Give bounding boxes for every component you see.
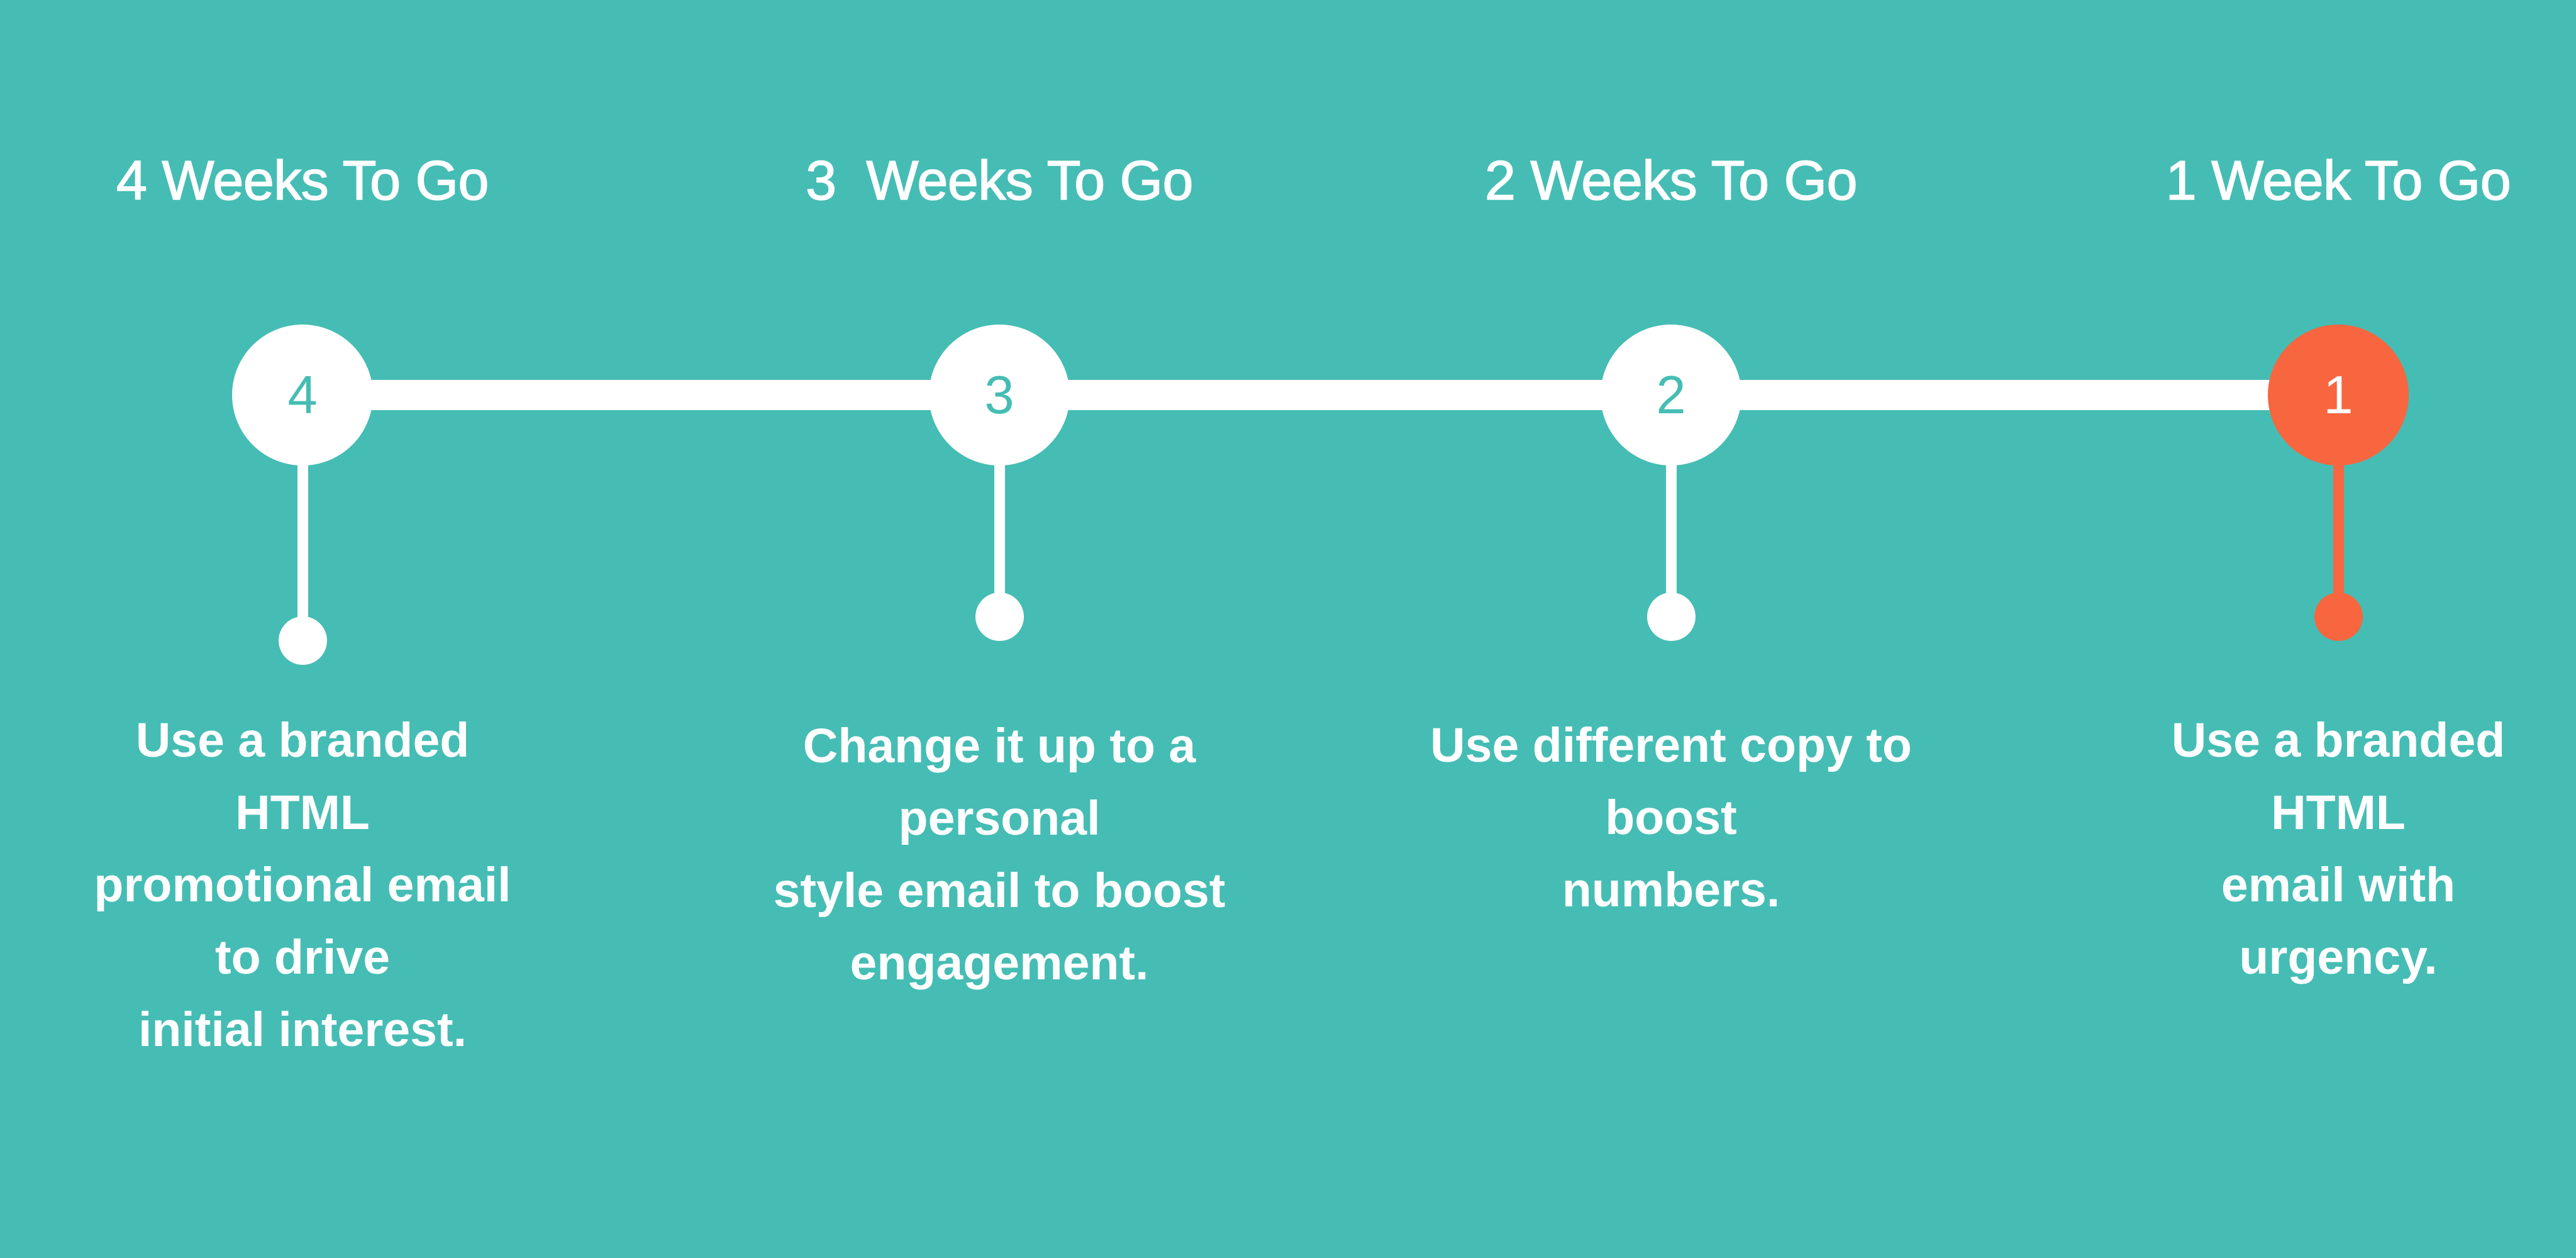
description-line: personal [898,791,1101,845]
step-number: 2 [1656,365,1686,425]
step-connector-stem [2333,459,2344,599]
step-title: 4 Weeks To Go [116,149,489,211]
step-connector-dot [975,593,1024,641]
step-title: 3 Weeks To Go [805,149,1194,211]
timeline-track [303,380,2338,410]
description-line: engagement. [850,936,1149,990]
step-number: 4 [287,365,318,425]
description-line: urgency. [2239,930,2438,984]
step-connector-dot [1646,593,1696,641]
description-line: email with [2221,858,2456,912]
step-number-circle: 2 [1601,325,1741,465]
description-line: Change it up to a [802,719,1196,773]
step-connector-dot [2314,593,2363,641]
step-description: Use a branded HTML email with urgency. [2074,704,2576,994]
step-title: 2 Weeks To Go [1484,149,1858,211]
step-number: 1 [2323,365,2353,425]
step-number-circle: 3 [929,325,1070,465]
step-description: Change it up to a personal style email t… [735,710,1263,999]
step-title: 1 Week To Go [2165,149,2511,211]
step-description: Use a branded HTML promotional email to … [38,704,567,1066]
step-description: Use different copy to boost numbers. [1407,710,1935,927]
step-number-circle: 4 [232,325,373,465]
step-connector-stem [297,459,308,623]
step-number-circle-highlighted: 1 [2268,325,2409,465]
description-line: Use a branded [135,713,470,767]
description-line: numbers. [1562,863,1780,917]
description-line: style email to boost [773,864,1226,918]
description-line: HTML [235,786,370,840]
description-line: to drive [214,930,391,984]
step-connector-dot [278,616,327,665]
description-line: Use different copy to [1430,718,1912,772]
description-line: Use a branded [2171,713,2506,767]
description-line: promotional email [94,858,511,912]
email-countdown-timeline: 4 Weeks To Go 4 Use a branded HTML promo… [0,0,2576,1258]
step-connector-stem [994,459,1005,599]
step-connector-stem [1665,459,1677,599]
description-line: HTML [2271,786,2406,840]
step-number: 3 [984,365,1014,425]
description-line: boost [1605,791,1737,845]
description-line: initial interest. [138,1003,467,1057]
